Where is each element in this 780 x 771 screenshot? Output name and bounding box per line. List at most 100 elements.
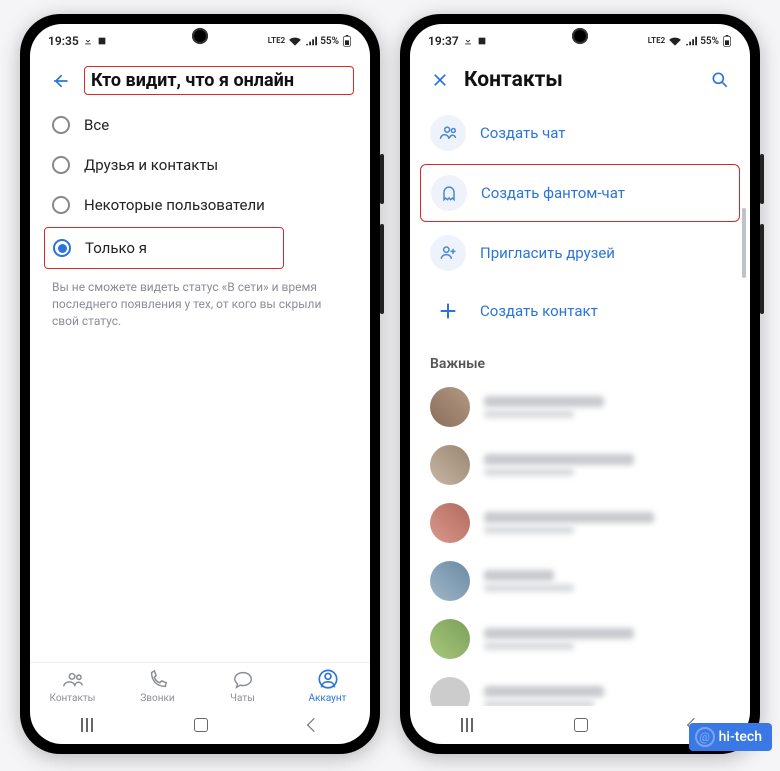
- download-icon: [83, 36, 93, 46]
- radio-icon: [52, 116, 70, 134]
- status-battery-text: 55%: [320, 36, 339, 47]
- action-label: Создать фантом-чат: [481, 184, 625, 202]
- avatar: [430, 677, 470, 706]
- android-softkeys: [30, 706, 370, 744]
- action-create-chat[interactable]: Создать чат: [410, 104, 750, 162]
- phone-right: 19:37 LTE2 55% Контакты: [400, 14, 760, 754]
- status-time: 19:35: [48, 34, 79, 48]
- contacts-icon: [62, 669, 84, 691]
- contact-item[interactable]: [410, 610, 750, 668]
- nav-label: Звонки: [140, 693, 174, 704]
- contact-sub-blurred: [484, 526, 574, 534]
- option-all[interactable]: Все: [30, 105, 370, 145]
- page-title: Кто видит, что я онлайн: [84, 66, 354, 95]
- home-key[interactable]: [574, 718, 588, 732]
- nav-label: Контакты: [50, 693, 96, 704]
- action-label: Создать чат: [480, 124, 566, 142]
- action-label: Создать контакт: [480, 302, 598, 320]
- contact-sub-blurred: [484, 700, 594, 706]
- close-button[interactable]: [426, 66, 454, 94]
- avatar: [430, 561, 470, 601]
- contact-item[interactable]: [410, 552, 750, 610]
- header: Кто видит, что я онлайн: [30, 58, 370, 105]
- download-icon: [463, 36, 473, 46]
- contact-item[interactable]: [410, 494, 750, 552]
- contact-item[interactable]: [410, 378, 750, 436]
- nav-label: Аккаунт: [308, 693, 346, 704]
- phone-icon: [147, 669, 169, 691]
- action-create-phantom-chat[interactable]: Создать фантом-чат: [420, 164, 740, 222]
- status-time: 19:37: [428, 34, 459, 48]
- status-small-icon: [477, 36, 487, 46]
- option-friends[interactable]: Друзья и контакты: [30, 145, 370, 185]
- option-label: Только я: [85, 239, 147, 257]
- battery-icon: [722, 35, 732, 47]
- privacy-note: Вы не сможете видеть статус «В сети» и в…: [30, 271, 370, 329]
- wifi-icon: [288, 36, 302, 46]
- account-icon: [317, 669, 339, 691]
- contact-sub-blurred: [484, 468, 574, 476]
- bottom-nav: Контакты Звонки Чаты Аккаунт: [30, 662, 370, 706]
- avatar: [430, 503, 470, 543]
- status-net: LTE2: [268, 37, 285, 45]
- scrollbar[interactable]: [742, 208, 746, 278]
- action-label: Пригласить друзей: [480, 244, 615, 262]
- section-important: Важные: [410, 340, 750, 378]
- radio-icon: [52, 156, 70, 174]
- option-label: Друзья и контакты: [84, 156, 218, 174]
- search-button[interactable]: [706, 66, 734, 94]
- avatar: [430, 445, 470, 485]
- avatar: [430, 387, 470, 427]
- option-label: Все: [84, 116, 109, 134]
- status-net: LTE2: [648, 37, 665, 45]
- nav-chats[interactable]: Чаты: [200, 669, 285, 704]
- camera-hole: [572, 28, 588, 44]
- ghost-icon: [431, 175, 467, 211]
- contact-sub-blurred: [484, 584, 574, 592]
- page-title: Контакты: [464, 68, 696, 92]
- status-battery-text: 55%: [700, 36, 719, 47]
- contact-sub-blurred: [484, 642, 574, 650]
- status-small-icon: [97, 36, 107, 46]
- action-invite-friends[interactable]: Пригласить друзей: [410, 224, 750, 282]
- watermark-text: hi-tech: [719, 729, 762, 745]
- contact-name-blurred: [484, 454, 634, 465]
- header: Контакты: [410, 58, 750, 104]
- nav-label: Чаты: [230, 693, 255, 704]
- signal-icon: [305, 36, 317, 46]
- recents-key[interactable]: [81, 718, 93, 732]
- contact-name-blurred: [484, 686, 604, 697]
- camera-hole: [192, 28, 208, 44]
- content-area: Все Друзья и контакты Некоторые пользова…: [30, 105, 370, 662]
- battery-icon: [342, 35, 352, 47]
- nav-calls[interactable]: Звонки: [115, 669, 200, 704]
- option-some-users[interactable]: Некоторые пользователи: [30, 185, 370, 225]
- people-icon: [430, 115, 466, 151]
- nav-account[interactable]: Аккаунт: [285, 669, 370, 704]
- content-area: Создать чат Создать фантом-чат Пригласит…: [410, 104, 750, 706]
- add-user-icon: [430, 235, 466, 271]
- avatar: [430, 619, 470, 659]
- contact-item[interactable]: [410, 668, 750, 706]
- contact-name-blurred: [484, 512, 654, 523]
- plus-icon: [430, 293, 466, 329]
- chat-icon: [232, 669, 254, 691]
- option-only-me[interactable]: Только я: [44, 227, 284, 269]
- action-create-contact[interactable]: Создать контакт: [410, 282, 750, 340]
- watermark-badge: @ hi-tech: [689, 723, 772, 751]
- at-icon: @: [695, 727, 715, 747]
- contact-name-blurred: [484, 570, 554, 581]
- wifi-icon: [668, 36, 682, 46]
- home-key[interactable]: [194, 718, 208, 732]
- recents-key[interactable]: [461, 718, 473, 732]
- signal-icon: [685, 36, 697, 46]
- back-key[interactable]: [307, 718, 321, 732]
- nav-contacts[interactable]: Контакты: [30, 669, 115, 704]
- back-button[interactable]: [46, 67, 74, 95]
- contact-name-blurred: [484, 628, 634, 639]
- contact-item[interactable]: [410, 436, 750, 494]
- option-label: Некоторые пользователи: [84, 196, 265, 214]
- contact-sub-blurred: [484, 410, 574, 418]
- radio-icon: [52, 196, 70, 214]
- phone-left: 19:35 LTE2 55% Кто видит, что я онлайн: [20, 14, 380, 754]
